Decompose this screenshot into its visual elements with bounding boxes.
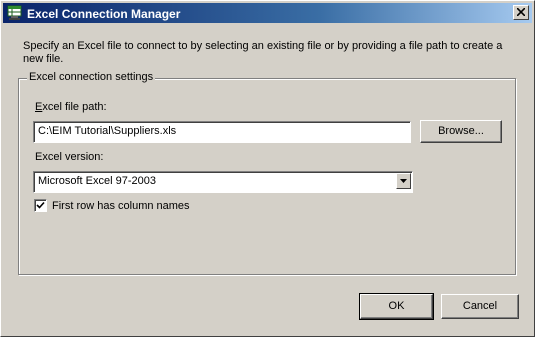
checkmark-icon bbox=[36, 201, 45, 209]
cancel-button-label: Cancel bbox=[462, 300, 498, 312]
ok-button-label: OK bbox=[388, 300, 405, 312]
dialog-window: Excel Connection Manager Specify an Exce… bbox=[0, 0, 535, 337]
excel-connection-icon bbox=[7, 5, 22, 20]
browse-button[interactable]: Browse... bbox=[420, 120, 502, 143]
chevron-down-icon bbox=[400, 179, 407, 183]
title-bar[interactable]: Excel Connection Manager bbox=[3, 3, 532, 23]
ok-button[interactable]: OK bbox=[359, 293, 434, 320]
close-button[interactable] bbox=[513, 5, 529, 20]
file-path-label-text: xcel file path: bbox=[42, 101, 107, 113]
file-path-label: Excel file path: bbox=[35, 101, 107, 113]
window-title: Excel Connection Manager bbox=[27, 7, 181, 21]
first-row-checkbox[interactable] bbox=[34, 199, 47, 212]
excel-version-select[interactable]: Microsoft Excel 97-2003 bbox=[33, 171, 413, 193]
version-label: Excel version: bbox=[35, 151, 103, 163]
excel-version-value: Microsoft Excel 97-2003 bbox=[38, 175, 156, 187]
version-label-text: Excel version: bbox=[35, 151, 104, 163]
dropdown-button[interactable] bbox=[396, 173, 411, 189]
description-text: Specify an Excel file to connect to by s… bbox=[23, 40, 503, 65]
first-row-label[interactable]: First row has column names bbox=[52, 200, 190, 212]
cancel-button[interactable]: Cancel bbox=[441, 294, 519, 319]
group-label: Excel connection settings bbox=[27, 71, 156, 83]
browse-button-label: Browse... bbox=[438, 125, 484, 137]
file-path-input[interactable]: C:\EIM Tutorial\Suppliers.xls bbox=[33, 121, 411, 143]
close-icon bbox=[517, 8, 525, 16]
file-path-value: C:\EIM Tutorial\Suppliers.xls bbox=[38, 125, 177, 137]
